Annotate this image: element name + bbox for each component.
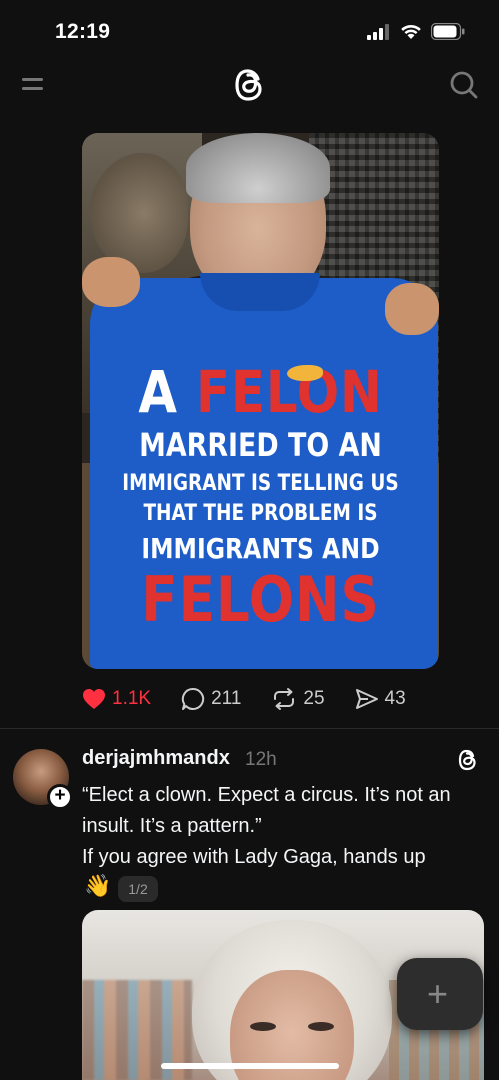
post-divider [0, 728, 499, 729]
man-hair [186, 133, 330, 203]
status-icons [367, 23, 465, 40]
battery-icon [431, 23, 465, 40]
status-time: 12:19 [55, 20, 111, 43]
comment-icon [181, 687, 205, 710]
wifi-icon [401, 24, 421, 39]
status-bar: 12:19 [0, 0, 499, 60]
repost-button[interactable]: 25 [271, 687, 325, 711]
repost-count: 25 [303, 688, 325, 709]
home-indicator[interactable] [161, 1063, 339, 1069]
shirt-slogan: A FELON MARRIED TO AN IMMIGRANT IS TELLI… [122, 358, 399, 636]
right-hand [385, 283, 439, 335]
send-icon [355, 689, 378, 709]
left-hand [82, 257, 140, 307]
share-button[interactable]: 43 [355, 688, 406, 710]
top-nav [0, 60, 499, 110]
like-button[interactable]: 1.1K [82, 688, 151, 710]
new-post-button[interactable]: + [397, 958, 483, 1030]
comment-button[interactable]: 211 [181, 687, 241, 711]
username[interactable]: derjajmhmandx [82, 747, 230, 770]
plus-icon: + [427, 973, 449, 1014]
share-count: 43 [384, 688, 406, 709]
like-count: 1.1K [112, 688, 152, 709]
post-image[interactable]: A FELON MARRIED TO AN IMMIGRANT IS TELLI… [82, 133, 439, 669]
signal-icon [367, 23, 389, 40]
heart-icon [83, 689, 105, 709]
repost-icon [274, 688, 295, 710]
search-icon[interactable] [449, 70, 479, 100]
background-face [90, 153, 188, 273]
post-text: “Elect a clown. Expect a circus. It’s no… [82, 784, 451, 868]
threads-logo-icon[interactable] [233, 65, 267, 105]
threads-icon[interactable] [457, 747, 479, 773]
hair-graphic [287, 365, 323, 381]
post-timestamp: 12h [245, 749, 277, 770]
follow-plus-icon[interactable]: + [47, 784, 73, 810]
post-actions: 1.1K 211 25 43 [82, 684, 436, 714]
comment-count: 211 [211, 688, 242, 709]
waving-hand-emoji: 👋 [84, 873, 112, 898]
page-indicator: 1/2 [118, 876, 158, 902]
menu-icon[interactable] [22, 74, 46, 94]
